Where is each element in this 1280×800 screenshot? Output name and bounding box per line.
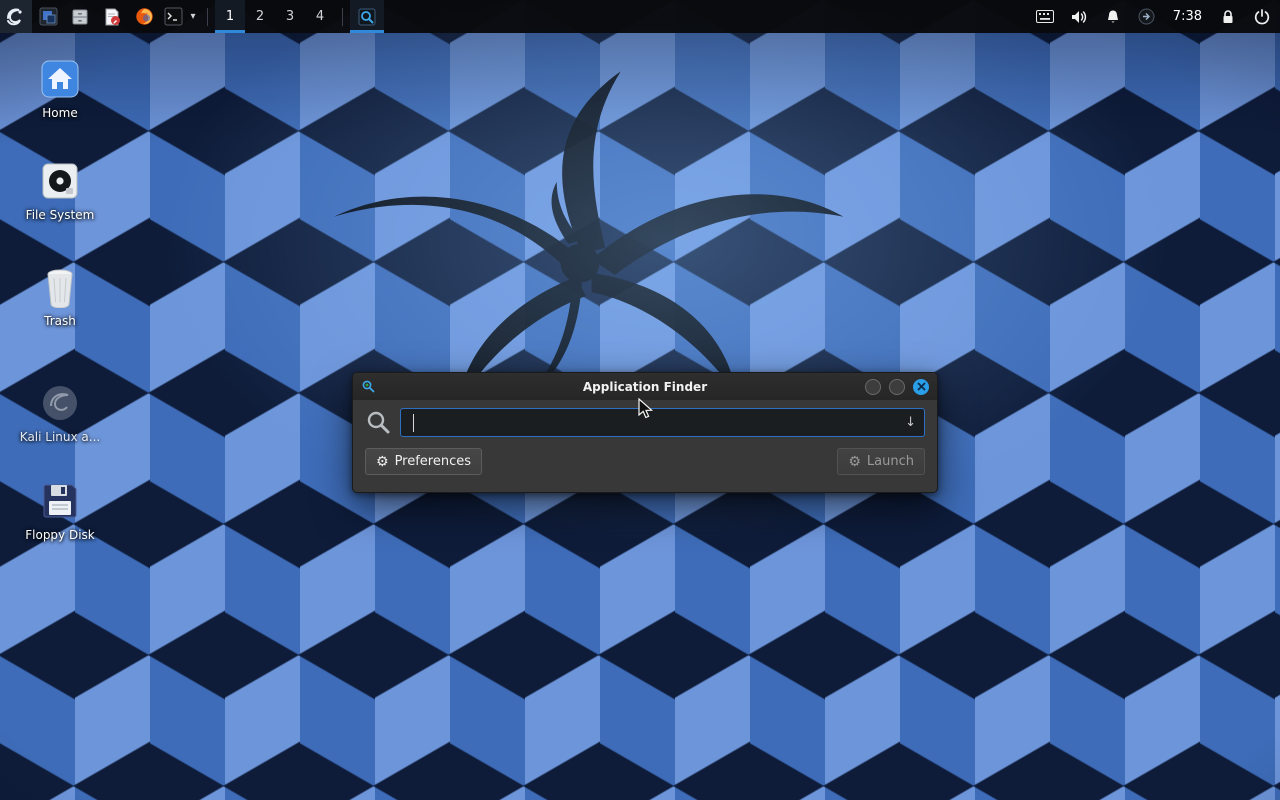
close-button[interactable] [913,379,929,395]
launch-button[interactable]: ⚙ Launch [837,448,925,475]
keyboard-layout-icon[interactable] [1035,7,1055,27]
preferences-button[interactable]: ⚙ Preferences [365,448,482,475]
workspace-4-label: 4 [316,9,324,24]
text-editor-icon [103,8,121,26]
application-finder-window: Application Finder ↓ ⚙ P [352,372,938,493]
workspace-button-4[interactable]: 4 [305,0,335,33]
panel-separator [207,8,208,26]
logout-icon[interactable] [1252,7,1272,27]
file-manager-icon [71,8,89,26]
applications-menu-button[interactable] [0,0,32,33]
kali-menu-icon [5,6,27,28]
panel-right-group: 7:38 [1035,0,1280,33]
maximize-button[interactable] [889,379,905,395]
file-system-icon [39,160,81,202]
top-panel: ▾ 1 2 3 4 [0,0,1280,33]
dropdown-arrow-icon[interactable]: ↓ [897,415,924,430]
panel-separator [342,8,343,26]
close-icon [917,382,926,391]
text-caret [413,414,414,432]
desktop-icon-label: Floppy Disk [25,528,95,542]
notifications-bell-icon[interactable] [1103,7,1123,27]
firefox-icon [135,7,154,26]
launch-icon: ⚙ [848,455,861,469]
desktop-icon-label: File System [26,208,95,222]
desktop-icon-label: Trash [44,314,76,328]
windows-launcher-button[interactable] [32,0,64,33]
desktop-icon-kali-docs[interactable]: Kali Linux a... [12,382,108,444]
text-editor-launcher-button[interactable] [96,0,128,33]
desktop-icon-label: Home [42,106,77,120]
desktop-icon-label: Kali Linux a... [20,430,100,444]
gear-icon: ⚙ [376,455,389,469]
clock-text: 7:38 [1173,9,1202,24]
workspace-3-label: 3 [286,9,294,24]
desktop-icon-floppy-disk[interactable]: Floppy Disk [12,480,108,542]
workspace-2-label: 2 [256,9,264,24]
firefox-launcher-button[interactable] [128,0,160,33]
status-circle-icon[interactable] [1137,7,1157,27]
launch-label: Launch [867,454,914,469]
panel-clock[interactable]: 7:38 [1171,9,1204,24]
desktop-icon-home[interactable]: Home [12,58,108,120]
titlebar[interactable]: Application Finder [353,373,937,400]
minimize-button[interactable] [865,379,881,395]
search-row: ↓ [365,408,925,437]
trash-icon [40,266,80,308]
workspace-button-3[interactable]: 3 [275,0,305,33]
chevron-down-icon: ▾ [190,11,195,22]
window-app-icon [361,379,376,394]
windows-icon [39,7,58,26]
workspace-1-label: 1 [226,9,234,24]
home-icon [39,58,81,100]
terminal-icon [164,7,183,26]
button-row: ⚙ Preferences ⚙ Launch [365,448,925,475]
window-title: Application Finder [353,380,937,394]
window-controls [865,379,929,395]
desktop-icon-trash[interactable]: Trash [12,266,108,328]
kali-docs-icon [39,382,81,424]
search-input[interactable]: ↓ [400,408,925,437]
volume-icon[interactable] [1069,7,1089,27]
floppy-disk-icon [39,480,81,522]
preferences-label: Preferences [395,454,471,469]
panel-left-group: ▾ 1 2 3 4 [0,0,384,33]
taskbar-application-finder-button[interactable] [350,0,384,33]
lock-icon[interactable] [1218,7,1238,27]
finder-body: ↓ ⚙ Preferences ⚙ Launch [353,400,937,485]
terminal-dropdown-button[interactable]: ▾ [186,0,200,33]
file-manager-launcher-button[interactable] [64,0,96,33]
workspace-button-1[interactable]: 1 [215,0,245,33]
search-icon [365,409,392,436]
workspace-button-2[interactable]: 2 [245,0,275,33]
application-finder-icon [358,8,376,26]
desktop-icon-file-system[interactable]: File System [12,160,108,222]
terminal-launcher-button[interactable] [160,0,186,33]
